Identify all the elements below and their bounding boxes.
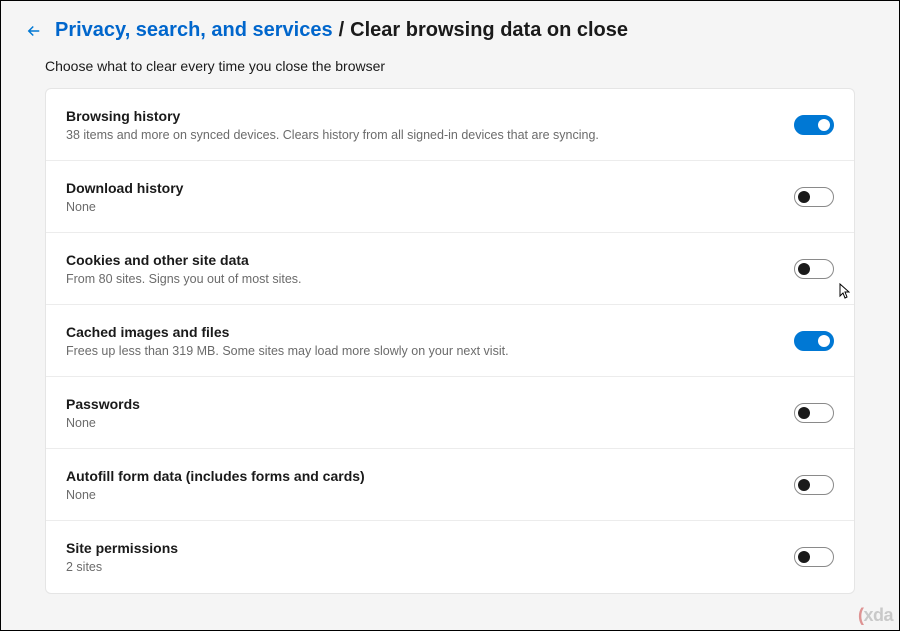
setting-title: Autofill form data (includes forms and c… [66,468,365,484]
setting-row-browsing-history: Browsing history 38 items and more on syn… [46,89,854,161]
toggle-cookies[interactable] [794,259,834,279]
setting-title: Passwords [66,396,140,412]
settings-card: Browsing history 38 items and more on syn… [45,88,855,594]
setting-description: 2 sites [66,560,178,574]
setting-row-site-permissions: Site permissions 2 sites [46,521,854,593]
setting-title: Download history [66,180,183,196]
setting-description: 38 items and more on synced devices. Cle… [66,128,599,142]
toggle-cached-images[interactable] [794,331,834,351]
breadcrumb-parent-link[interactable]: Privacy, search, and services [55,19,333,42]
setting-title: Browsing history [66,108,599,124]
page-subheader: Choose what to clear every time you clos… [1,52,899,88]
breadcrumb: Privacy, search, and services / Clear br… [55,19,628,42]
setting-description: None [66,200,183,214]
breadcrumb-separator: / [339,19,345,42]
watermark: (xda [858,605,893,626]
breadcrumb-current: Clear browsing data on close [350,19,628,42]
setting-text: Download history None [66,180,183,214]
setting-text: Cookies and other site data From 80 sites… [66,252,302,286]
setting-description: Frees up less than 319 MB. Some sites ma… [66,344,509,358]
toggle-site-permissions[interactable] [794,547,834,567]
setting-row-download-history: Download history None [46,161,854,233]
setting-row-cached-images: Cached images and files Frees up less tha… [46,305,854,377]
setting-description: From 80 sites. Signs you out of most sit… [66,272,302,286]
setting-title: Cookies and other site data [66,252,302,268]
setting-description: None [66,488,365,502]
setting-text: Site permissions 2 sites [66,540,178,574]
setting-row-autofill: Autofill form data (includes forms and c… [46,449,854,521]
setting-title: Site permissions [66,540,178,556]
toggle-passwords[interactable] [794,403,834,423]
setting-text: Passwords None [66,396,140,430]
setting-description: None [66,416,140,430]
toggle-autofill[interactable] [794,475,834,495]
setting-text: Browsing history 38 items and more on syn… [66,108,599,142]
setting-text: Autofill form data (includes forms and c… [66,468,365,502]
setting-row-passwords: Passwords None [46,377,854,449]
toggle-download-history[interactable] [794,187,834,207]
setting-row-cookies: Cookies and other site data From 80 sites… [46,233,854,305]
setting-text: Cached images and files Frees up less tha… [66,324,509,358]
page-header: Privacy, search, and services / Clear br… [1,1,899,52]
setting-title: Cached images and files [66,324,509,340]
toggle-browsing-history[interactable] [794,115,834,135]
back-arrow-icon[interactable] [25,22,43,40]
